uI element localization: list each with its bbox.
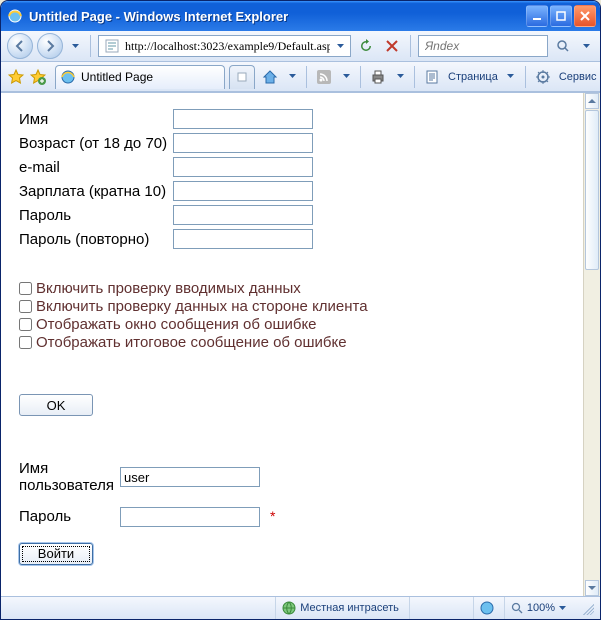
required-asterisk: *	[270, 508, 275, 524]
nav-history-dropdown[interactable]	[67, 36, 83, 56]
status-zoom[interactable]: 100%	[504, 597, 572, 619]
check-input-0[interactable]	[19, 282, 32, 295]
window-title: Untitled Page - Windows Internet Explore…	[29, 9, 524, 24]
chevron-down-icon	[559, 605, 566, 612]
favorites-star-icon[interactable]	[7, 66, 25, 88]
check-input-2[interactable]	[19, 318, 32, 331]
separator	[306, 66, 307, 88]
email-input[interactable]	[173, 157, 313, 177]
name-input[interactable]	[173, 109, 313, 129]
url-dropdown[interactable]	[332, 36, 348, 56]
close-button[interactable]	[574, 5, 596, 27]
search-provider-dropdown[interactable]	[578, 36, 594, 56]
check-label-0: Включить проверку вводимых данных	[36, 280, 301, 297]
separator	[90, 35, 91, 57]
login-button[interactable]: Войти	[19, 543, 93, 565]
check-option-2[interactable]: Отображать окно сообщения об ошибке	[19, 316, 573, 333]
navbar	[1, 31, 600, 62]
check-option-3[interactable]: Отображать итоговое сообщение об ошибке	[19, 334, 573, 351]
page-menu-label[interactable]: Страница	[446, 71, 500, 83]
field-label-age: Возраст (от 18 до 70)	[19, 131, 173, 155]
maximize-button[interactable]	[550, 5, 572, 27]
password2-input[interactable]	[173, 229, 313, 249]
login-password-input[interactable]	[120, 507, 260, 527]
validation-options: Включить проверку вводимых данныхВключит…	[19, 280, 573, 351]
status-zone: Местная интрасеть	[275, 597, 405, 619]
feeds-button[interactable]	[313, 66, 335, 88]
check-label-3: Отображать итоговое сообщение об ошибке	[36, 334, 347, 351]
print-button[interactable]	[367, 66, 389, 88]
field-label-salary: Зарплата (кратна 10)	[19, 179, 173, 203]
back-button[interactable]	[7, 33, 33, 59]
status-message	[7, 597, 271, 619]
field-label-email: e-mail	[19, 155, 173, 179]
page-favicon-icon	[104, 38, 120, 54]
titlebar: Untitled Page - Windows Internet Explore…	[1, 1, 600, 31]
form-fields-table: ИмяВозраст (от 18 до 70)e-mailЗарплата (…	[19, 107, 319, 251]
add-favorite-icon[interactable]	[29, 66, 47, 88]
search-button[interactable]	[552, 35, 574, 57]
print-dropdown[interactable]	[392, 67, 408, 87]
field-label-password: Пароль	[19, 203, 173, 227]
page-menu-icon[interactable]	[421, 66, 443, 88]
tabbar: Untitled Page Страница Сервис	[1, 62, 600, 92]
username-label: Имя пользователя	[19, 458, 120, 497]
address-bar[interactable]	[98, 35, 351, 57]
check-label-2: Отображать окно сообщения об ошибке	[36, 316, 317, 333]
zoom-icon	[511, 602, 523, 614]
tools-menu-icon[interactable]	[532, 66, 554, 88]
salary-input[interactable]	[173, 181, 313, 201]
refresh-button[interactable]	[355, 35, 377, 57]
content-wrap: ИмяВозраст (от 18 до 70)e-mailЗарплата (…	[1, 92, 600, 596]
resize-grip[interactable]	[580, 601, 594, 615]
separator	[360, 66, 361, 88]
field-label-password2: Пароль (повторно)	[19, 227, 173, 251]
check-input-3[interactable]	[19, 336, 32, 349]
ok-button[interactable]: OK	[19, 394, 93, 416]
page-content: ИмяВозраст (от 18 до 70)e-mailЗарплата (…	[1, 93, 583, 596]
password-input[interactable]	[173, 205, 313, 225]
field-label-name: Имя	[19, 107, 173, 131]
check-option-0[interactable]: Включить проверку вводимых данных	[19, 280, 573, 297]
login-table: Имя пользователя Пароль *	[19, 458, 281, 529]
separator	[410, 35, 411, 57]
scroll-up-button[interactable]	[585, 93, 599, 109]
tools-menu-label[interactable]: Сервис	[557, 71, 599, 83]
age-input[interactable]	[173, 133, 313, 153]
username-input[interactable]	[120, 467, 260, 487]
check-input-1[interactable]	[19, 300, 32, 313]
tab-active[interactable]: Untitled Page	[55, 65, 225, 89]
ie-logo-icon	[7, 8, 23, 24]
status-protected-mode	[473, 597, 500, 619]
new-tab-button[interactable]	[229, 65, 255, 89]
separator	[414, 66, 415, 88]
forward-button[interactable]	[37, 33, 63, 59]
vertical-scrollbar[interactable]	[583, 93, 600, 596]
scroll-thumb[interactable]	[585, 110, 599, 270]
login-password-label: Пароль	[19, 505, 120, 529]
check-label-1: Включить проверку данных на стороне клие…	[36, 298, 368, 315]
url-input[interactable]	[123, 38, 332, 55]
page-menu-dropdown[interactable]	[503, 67, 519, 87]
tab-label: Untitled Page	[81, 70, 153, 84]
feeds-dropdown[interactable]	[338, 67, 354, 87]
separator	[525, 66, 526, 88]
zone-icon	[282, 601, 296, 615]
search-box[interactable]	[418, 35, 548, 57]
shield-icon	[480, 601, 494, 615]
status-empty-1	[409, 597, 469, 619]
statusbar: Местная интрасеть 100%	[1, 596, 600, 619]
scroll-down-button[interactable]	[585, 580, 599, 596]
stop-button[interactable]	[381, 35, 403, 57]
ie-favicon-icon	[60, 69, 76, 85]
minimize-button[interactable]	[526, 5, 548, 27]
check-option-1[interactable]: Включить проверку данных на стороне клие…	[19, 298, 573, 315]
home-dropdown[interactable]	[284, 67, 300, 87]
home-button[interactable]	[259, 66, 281, 88]
blank-tab-icon	[237, 72, 247, 82]
